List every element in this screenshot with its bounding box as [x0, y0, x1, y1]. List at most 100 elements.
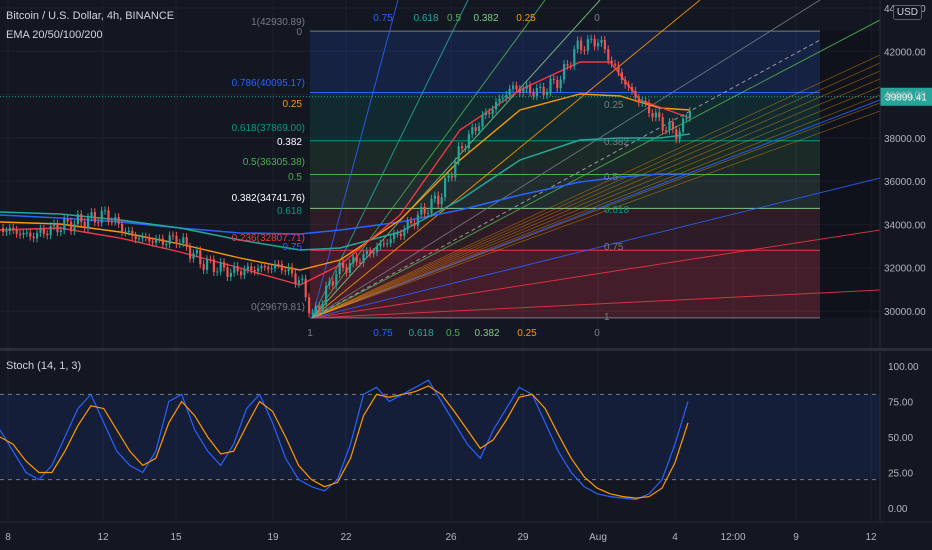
time-axis-tick: 22 — [340, 532, 352, 543]
candle — [583, 50, 586, 52]
candle — [138, 238, 141, 240]
candle — [318, 305, 321, 311]
candle — [148, 237, 151, 242]
candle — [620, 72, 623, 81]
candle — [641, 101, 644, 103]
candle — [440, 197, 443, 205]
candle — [546, 92, 549, 96]
candle — [447, 175, 450, 179]
fan-top-label: 0.382 — [473, 13, 498, 24]
candle — [124, 231, 127, 233]
candle — [501, 97, 504, 99]
candle — [325, 285, 328, 305]
pane-separator — [0, 348, 932, 351]
candle — [59, 230, 62, 233]
candle — [600, 39, 603, 43]
candle — [280, 264, 283, 271]
candle — [267, 266, 270, 270]
candle — [382, 243, 385, 245]
candle — [39, 228, 42, 233]
candle — [576, 40, 579, 50]
candle — [624, 80, 627, 85]
candle — [250, 266, 253, 271]
candle — [342, 262, 345, 268]
candle — [192, 253, 195, 259]
candle — [104, 210, 107, 212]
candle — [15, 229, 18, 234]
candle — [515, 85, 518, 90]
candle — [359, 262, 362, 264]
candle — [212, 259, 215, 273]
candle — [522, 88, 525, 93]
candle — [127, 230, 130, 232]
candle — [161, 238, 164, 245]
candle — [556, 79, 559, 89]
candle — [668, 121, 671, 131]
candle — [413, 223, 416, 226]
candle — [189, 246, 192, 259]
candle — [682, 118, 685, 132]
candle — [495, 101, 498, 110]
candle — [651, 113, 654, 118]
price-axis-tick: 36000.00 — [884, 177, 926, 188]
candle — [46, 233, 49, 236]
candle — [5, 231, 8, 233]
candle — [444, 178, 447, 198]
candle — [284, 270, 287, 272]
candle — [277, 263, 280, 265]
candle — [457, 146, 460, 162]
candle — [304, 278, 307, 298]
candle — [675, 129, 678, 140]
candle — [260, 265, 263, 269]
price-axis-tick: 30000.00 — [884, 307, 926, 318]
candle — [654, 112, 657, 118]
candle — [114, 217, 117, 222]
candle — [66, 218, 69, 222]
candle — [107, 210, 110, 222]
candle — [610, 60, 613, 64]
fan-top-label: 0.25 — [516, 13, 536, 24]
price-axis-tick: 40000.00 — [884, 91, 926, 102]
candle — [22, 232, 25, 235]
candle — [12, 227, 15, 230]
candle — [151, 241, 154, 243]
candle — [569, 65, 572, 67]
candle — [491, 109, 494, 115]
time-axis-tick: 29 — [517, 532, 529, 543]
currency-badge[interactable]: USD — [892, 5, 922, 20]
fib-extension-zone — [820, 31, 880, 318]
candle — [297, 280, 300, 284]
candle — [433, 195, 436, 199]
fib-band — [310, 31, 820, 93]
fib-level-label: 0.618(37869.00) — [232, 123, 305, 134]
fan-bottom-label: 0.618 — [408, 328, 433, 339]
candle — [294, 273, 297, 284]
candle — [467, 134, 470, 149]
candle — [195, 250, 198, 254]
candle — [338, 262, 341, 275]
fan-overlap-label: 0.382 — [277, 137, 302, 148]
candle — [410, 220, 413, 224]
fib-level-label: 0.382(34741.76) — [232, 193, 305, 204]
stoch-axis-tick: 0.00 — [888, 504, 908, 515]
fan-inner-label: 0.618 — [604, 205, 629, 216]
candle — [53, 223, 56, 227]
price-axis-tick: 38000.00 — [884, 134, 926, 145]
candle — [549, 78, 552, 93]
candle — [178, 242, 181, 244]
candle — [532, 92, 535, 97]
candle — [607, 49, 610, 61]
candle — [376, 246, 379, 253]
fan-inner-label: 0.25 — [604, 100, 624, 111]
fib-level-label: 0(29679.81) — [251, 302, 305, 313]
candle — [563, 64, 566, 80]
candle — [399, 233, 402, 237]
fan-overlap-label: 0.25 — [283, 99, 303, 110]
candle — [586, 39, 589, 51]
candle — [223, 262, 226, 268]
candle — [688, 110, 691, 119]
fan-bottom-label: 1 — [307, 328, 313, 339]
candle — [144, 236, 147, 238]
candle — [36, 232, 39, 239]
stoch-axis-tick: 100.00 — [888, 362, 919, 373]
